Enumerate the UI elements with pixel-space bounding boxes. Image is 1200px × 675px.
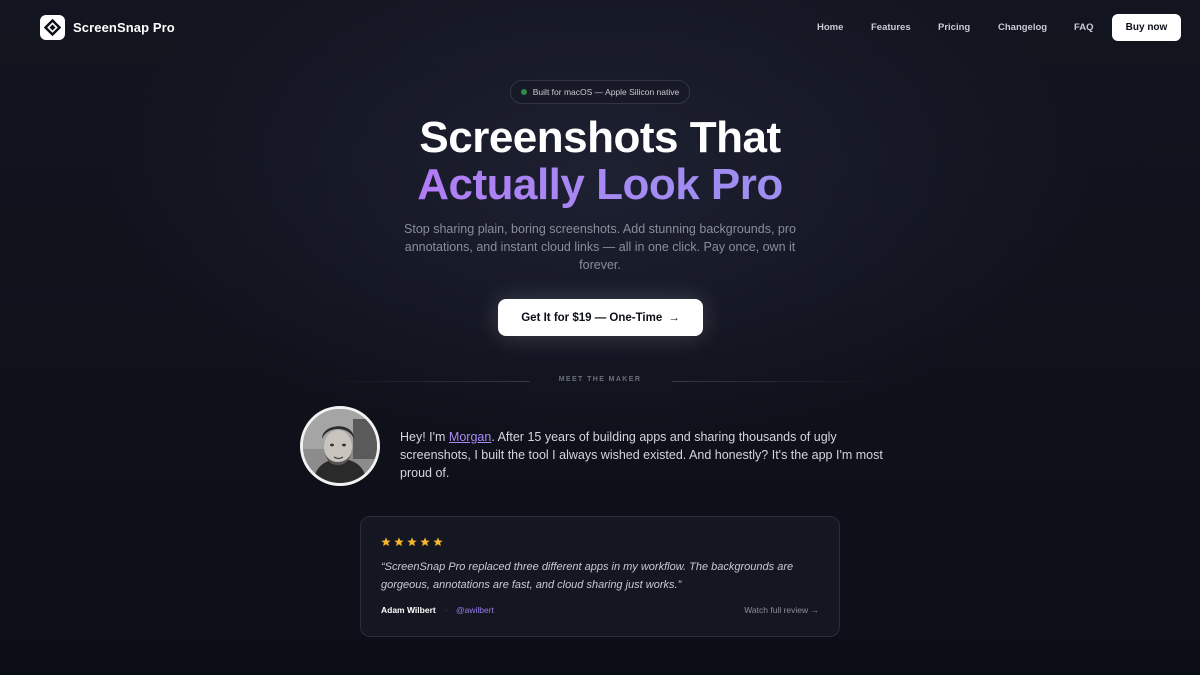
platform-badge: Built for macOS — Apple Silicon native: [510, 80, 690, 104]
platform-badge-text: Built for macOS — Apple Silicon native: [532, 87, 680, 97]
star-icon: [394, 537, 404, 547]
maker-bio: Hey! I'm Morgan. After 15 years of build…: [400, 428, 910, 482]
nav-link-pricing[interactable]: Pricing: [938, 22, 970, 33]
author-separator: ·: [445, 605, 448, 615]
star-icon: [407, 537, 417, 547]
meet-the-maker-label: MEET THE MAKER: [558, 376, 642, 383]
hero-title-line2: Actually Look Pro: [0, 159, 1200, 211]
star-icon: [420, 537, 430, 547]
testimonial-card: “ScreenSnap Pro replaced three different…: [360, 516, 840, 637]
maker-name-link[interactable]: Morgan: [449, 430, 491, 444]
rating-stars: [381, 537, 443, 547]
maker-avatar: [300, 406, 380, 486]
status-dot-icon: [520, 89, 527, 95]
watch-review-link[interactable]: Watch full review →: [744, 605, 819, 615]
nav-link-changelog[interactable]: Changelog: [998, 22, 1047, 33]
get-it-cta-button[interactable]: Get It for $19 — One-Time →: [498, 299, 703, 336]
divider-right: [672, 381, 884, 382]
nav-link-faq[interactable]: FAQ: [1074, 22, 1094, 33]
star-icon: [381, 537, 391, 547]
cta-label: Get It for $19 — One-Time: [521, 311, 663, 324]
hero-subtitle: Stop sharing plain, boring screenshots. …: [404, 222, 796, 272]
nav-link-features[interactable]: Features: [871, 22, 911, 33]
star-icon: [433, 537, 443, 547]
top-navigation: ScreenSnap Pro Home Features Pricing Cha…: [0, 0, 1200, 56]
testimonial-author: Adam Wilbert: [381, 605, 436, 615]
arrow-right-icon: →: [668, 311, 680, 324]
nav-links: Home Features Pricing Changelog FAQ: [0, 22, 1200, 36]
hero-title-gradient: Actually Look Pro: [417, 160, 783, 209]
testimonial-quote: “ScreenSnap Pro replaced three different…: [381, 561, 794, 591]
testimonial-handle-link[interactable]: @awilbert: [456, 605, 494, 615]
maker-bio-intro: Hey! I'm: [400, 430, 449, 444]
nav-link-home[interactable]: Home: [817, 22, 843, 33]
buy-now-button[interactable]: Buy now: [1112, 14, 1181, 41]
hero-title-line1: Screenshots That: [419, 113, 781, 162]
